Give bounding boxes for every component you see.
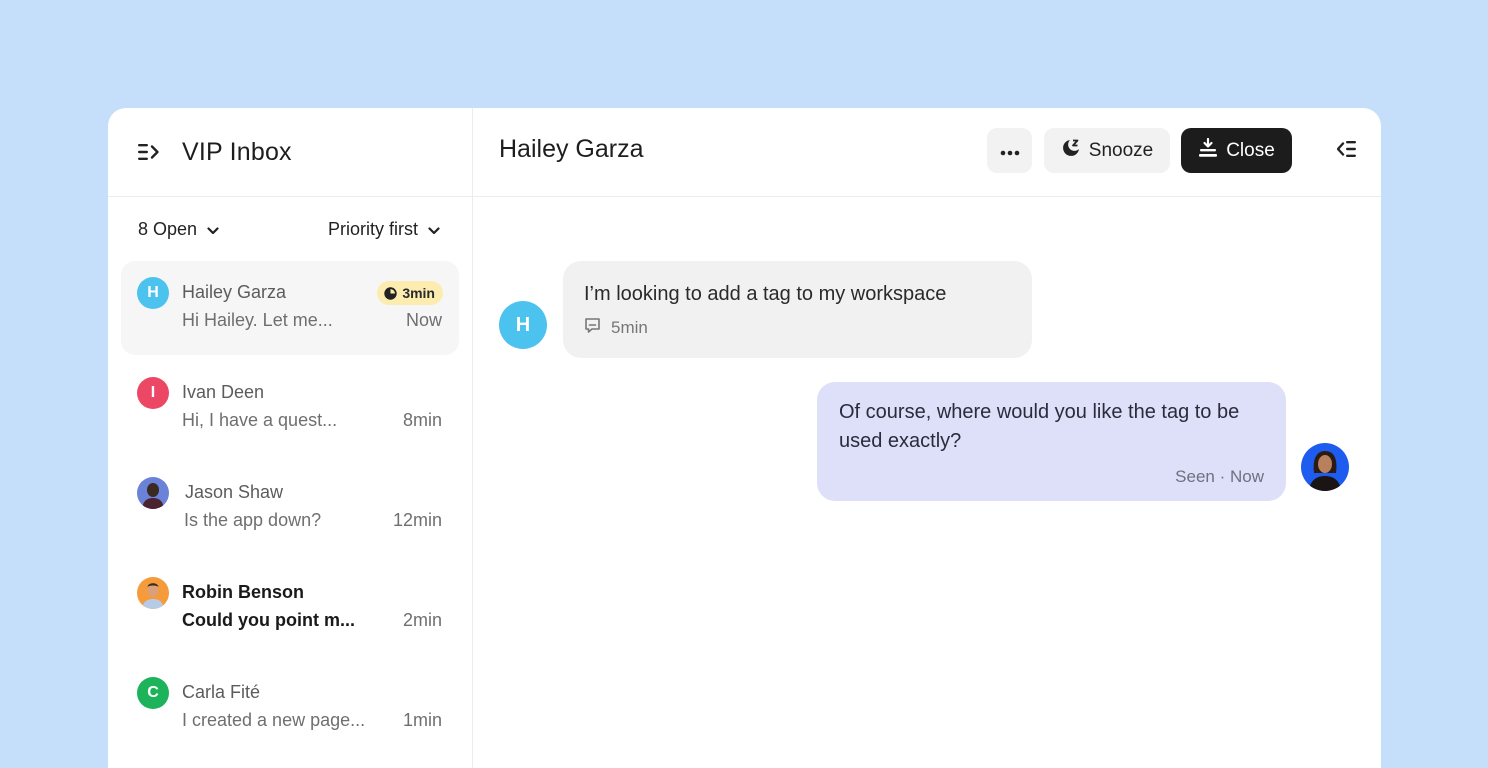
avatar-initial: H (147, 284, 159, 301)
conversation-list: H Hailey Garza Hi Hailey. Let me... 3min… (108, 261, 472, 755)
message-preview: Could you point m... (182, 610, 355, 630)
conversation-item[interactable]: C Carla Fité I created a new page... 1mi… (121, 661, 459, 755)
agent-avatar (1301, 443, 1349, 491)
conversation-item[interactable]: Robin Benson Could you point m... 2min (121, 561, 459, 655)
message-preview: Hi Hailey. Let me... (182, 310, 333, 330)
contact-name: Jason Shaw (185, 482, 284, 502)
conversation-title: Hailey Garza (499, 135, 644, 163)
customer-avatar: H (499, 301, 547, 349)
outgoing-bubble: Of course, where would you like the tag … (817, 382, 1286, 501)
close-conversation-button[interactable]: Close (1181, 128, 1292, 173)
avatar: H (137, 277, 169, 309)
list-filters: 8 Open Priority first (108, 197, 472, 261)
chevron-down-icon (428, 219, 440, 240)
contact-name: Robin Benson (182, 582, 304, 602)
message-time: Now (405, 310, 442, 330)
message-time: 2min (402, 610, 442, 630)
message-meta: 5min (584, 317, 1011, 339)
inbox-window: VIP Inbox 8 Open Priority first H Hailey… (108, 108, 1381, 768)
sort-dropdown[interactable]: Priority first (328, 219, 440, 240)
conversation-header: Hailey Garza Snooze Close (473, 108, 1381, 197)
chat-bubble-icon (584, 317, 601, 339)
avatar-initial: C (147, 684, 159, 701)
archive-download-icon (1198, 137, 1218, 164)
message-time: 8min (402, 410, 442, 430)
timer-icon (384, 286, 398, 300)
more-options-button[interactable] (987, 128, 1032, 173)
sort-label: Priority first (328, 218, 418, 239)
person-photo-icon (1309, 451, 1341, 491)
chevron-down-icon (207, 219, 219, 240)
avatar-initial: I (150, 384, 156, 401)
ellipsis-icon (1000, 140, 1020, 162)
conversation-panel: Hailey Garza Snooze Close H I’m looking … (473, 108, 1381, 768)
avatar-photo (137, 577, 169, 609)
contact-name: Ivan Deen (182, 382, 265, 402)
avatar-photo (137, 477, 169, 509)
message-time: 12min (392, 510, 442, 530)
avatar: I (137, 377, 169, 409)
sla-badge: 3min (377, 281, 443, 305)
message-time: 5min (611, 318, 648, 337)
snooze-button[interactable]: Snooze (1044, 128, 1170, 173)
conversation-item[interactable]: H Hailey Garza Hi Hailey. Let me... 3min… (121, 261, 459, 355)
collapse-left-icon[interactable] (138, 143, 160, 161)
message-time: 1min (402, 710, 442, 730)
contact-name: Carla Fité (182, 682, 261, 702)
message-preview: I created a new page... (182, 710, 366, 730)
contact-name: Hailey Garza (182, 282, 287, 302)
status-filter-dropdown[interactable]: 8 Open (138, 219, 219, 240)
read-receipt: Seen · Now (1175, 467, 1264, 486)
conversation-item[interactable]: I Ivan Deen Hi, I have a quest... 8min (121, 361, 459, 455)
message-text: Of course, where would you like the tag … (839, 401, 1240, 452)
close-label: Close (1226, 139, 1275, 161)
message-text: I’m looking to add a tag to my workspace (584, 283, 947, 305)
person-photo-icon (142, 483, 164, 509)
message-preview: Is the app down? (184, 510, 322, 530)
message-preview: Hi, I have a quest... (182, 410, 338, 430)
status-filter-label: 8 Open (138, 218, 198, 239)
collapse-right-icon[interactable] (1337, 140, 1357, 158)
conversation-item[interactable]: Jason Shaw Is the app down? 12min (121, 461, 459, 555)
person-photo-icon (142, 583, 164, 609)
sidebar-header: VIP Inbox (108, 108, 472, 197)
snooze-moon-icon (1061, 138, 1081, 164)
sla-time: 3min (402, 285, 435, 301)
inbox-title: VIP Inbox (182, 137, 292, 166)
sidebar: VIP Inbox 8 Open Priority first H Hailey… (108, 108, 473, 768)
snooze-label: Snooze (1088, 139, 1154, 161)
avatar: C (137, 677, 169, 709)
avatar-initial: H (515, 313, 531, 336)
incoming-bubble: I’m looking to add a tag to my workspace… (563, 261, 1032, 358)
